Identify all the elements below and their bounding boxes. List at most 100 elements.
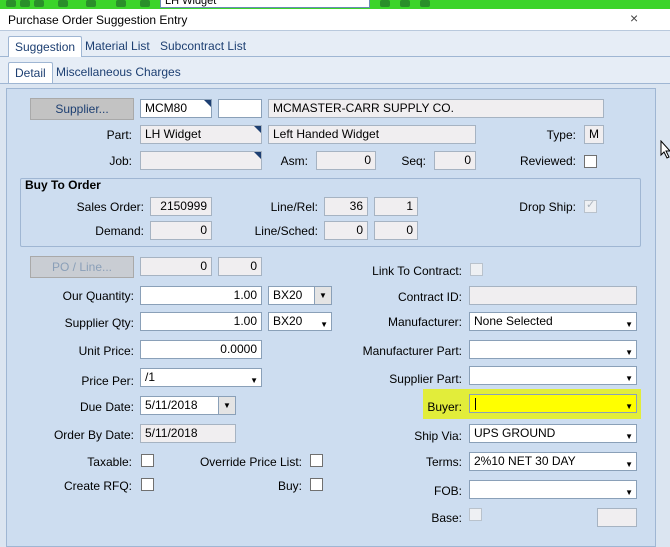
supplier-qty-field[interactable]: 1.00 bbox=[140, 312, 262, 331]
supplier-part-label: Supplier Part: bbox=[389, 372, 462, 386]
tab-subcontract-list[interactable]: Subcontract List bbox=[154, 36, 252, 57]
dropdown-arrow-icon: ▼ bbox=[625, 348, 633, 357]
override-price-list-checkbox[interactable] bbox=[310, 454, 323, 467]
lookup-marker-icon bbox=[254, 126, 261, 133]
manufacturer-label: Manufacturer: bbox=[387, 315, 462, 329]
terms-dropdown[interactable]: 2%10 NET 30 DAY ▼ bbox=[469, 452, 637, 471]
unit-price-field[interactable]: 0.0000 bbox=[140, 340, 262, 359]
dropdown-arrow-icon: ▼ bbox=[625, 402, 633, 411]
seq-label: Seq: bbox=[401, 154, 426, 168]
po-number-field: 0 bbox=[140, 257, 212, 276]
price-per-value: /1 bbox=[145, 370, 156, 384]
dropdown-arrow-icon: ▼ bbox=[625, 374, 633, 383]
toolbar: LH Widget bbox=[0, 0, 670, 9]
supplier-qty-label: Supplier Qty: bbox=[64, 316, 134, 330]
toolbar-icon[interactable] bbox=[34, 0, 44, 7]
tab-miscellaneous-charges[interactable]: Miscellaneous Charges bbox=[50, 62, 187, 83]
text-cursor bbox=[475, 398, 476, 410]
toolbar-icon[interactable] bbox=[380, 0, 390, 7]
part-label: Part: bbox=[106, 128, 132, 142]
our-quantity-uom-value: BX20 bbox=[273, 288, 303, 302]
tab-material-list[interactable]: Material List bbox=[79, 36, 156, 57]
asm-label: Asm: bbox=[280, 154, 308, 168]
link-to-contract-label: Link To Contract: bbox=[372, 264, 462, 278]
supplier-id-field[interactable]: MCM80 bbox=[140, 99, 212, 118]
link-to-contract-checkbox bbox=[470, 263, 483, 276]
line-rel-label: Line/Rel: bbox=[270, 200, 318, 214]
btolinefield: 36 bbox=[324, 197, 368, 216]
toolbar-icon[interactable] bbox=[58, 0, 68, 7]
toolbar-icon[interactable] bbox=[6, 0, 16, 7]
toolbar-icon[interactable] bbox=[86, 0, 96, 7]
taxable-checkbox[interactable] bbox=[141, 454, 154, 467]
sched-field: 0 bbox=[374, 221, 418, 240]
fob-dropdown[interactable]: ▼ bbox=[469, 480, 637, 499]
dropdown-arrow-icon: ▼ bbox=[320, 320, 328, 329]
tab-suggestion[interactable]: Suggestion bbox=[8, 36, 83, 57]
ship-via-dropdown[interactable]: UPS GROUND ▼ bbox=[469, 424, 637, 443]
reviewed-checkbox[interactable] bbox=[584, 155, 597, 168]
part-value: LH Widget bbox=[145, 127, 202, 141]
dropdown-arrow-icon: ▼ bbox=[625, 320, 633, 329]
order-by-date-field: 5/11/2018 bbox=[140, 424, 236, 443]
po-line-button: PO / Line... bbox=[30, 256, 134, 278]
main-tabs: Suggestion Material List Subcontract Lis… bbox=[0, 31, 670, 57]
toolbar-icon[interactable] bbox=[116, 0, 126, 7]
tab-detail[interactable]: Detail bbox=[8, 62, 53, 83]
buyer-dropdown[interactable]: ▼ bbox=[469, 394, 637, 413]
manufacturer-value: None Selected bbox=[474, 314, 553, 328]
supplier-part-dropdown[interactable]: ▼ bbox=[469, 366, 637, 385]
part-description-field: Left Handed Widget bbox=[268, 125, 476, 144]
due-date-label: Due Date: bbox=[79, 400, 134, 414]
mouse-pointer-icon bbox=[660, 140, 670, 159]
toolbar-search-field[interactable]: LH Widget bbox=[160, 0, 370, 8]
buy-to-order-title: Buy To Order bbox=[25, 178, 101, 192]
toolbar-icon[interactable] bbox=[140, 0, 150, 7]
calendar-dropdown-icon: ▼ bbox=[218, 397, 235, 414]
dropdown-arrow-icon: ▼ bbox=[625, 432, 633, 441]
price-per-dropdown[interactable]: /1 ▼ bbox=[140, 368, 262, 387]
buy-checkbox[interactable] bbox=[310, 478, 323, 491]
fob-label: FOB: bbox=[433, 484, 462, 498]
taxable-label: Taxable: bbox=[87, 455, 132, 469]
contract-id-field bbox=[469, 286, 637, 305]
manufacturer-part-dropdown[interactable]: ▼ bbox=[469, 340, 637, 359]
override-price-list-label: Override Price List: bbox=[199, 455, 302, 469]
dropdown-arrow-icon: ▼ bbox=[314, 287, 331, 304]
checkmark-icon: ✓ bbox=[586, 199, 596, 211]
job-field bbox=[140, 151, 262, 170]
demand-label: Demand: bbox=[95, 224, 144, 238]
dropdown-arrow-icon: ▼ bbox=[625, 488, 633, 497]
base-field bbox=[597, 508, 637, 527]
close-icon[interactable]: × bbox=[630, 10, 638, 26]
lookup-marker-icon bbox=[204, 100, 211, 107]
due-date-picker[interactable]: 5/11/2018 ▼ bbox=[140, 396, 236, 415]
line-sched-label: Line/Sched: bbox=[254, 224, 318, 238]
drop-ship-label: Drop Ship: bbox=[519, 200, 576, 214]
supplier-button[interactable]: Supplier... bbox=[30, 98, 134, 120]
job-label: Job: bbox=[109, 154, 132, 168]
dropdown-arrow-icon: ▼ bbox=[625, 460, 633, 469]
supplier-qty-uom-value: BX20 bbox=[273, 314, 303, 328]
dropdown-arrow-icon: ▼ bbox=[250, 376, 258, 385]
supplier-id-value: MCM80 bbox=[145, 101, 188, 115]
supplier-qty-uom-dropdown[interactable]: BX20 ▼ bbox=[268, 312, 332, 331]
toolbar-icon[interactable] bbox=[420, 0, 430, 7]
toolbar-icon[interactable] bbox=[20, 0, 30, 7]
type-field: M bbox=[584, 125, 604, 144]
toolbar-icon[interactable] bbox=[400, 0, 410, 7]
asm-field: 0 bbox=[316, 151, 376, 170]
our-quantity-field[interactable]: 1.00 bbox=[140, 286, 262, 305]
po-line-field: 0 bbox=[218, 257, 262, 276]
type-label: Type: bbox=[546, 128, 576, 142]
terms-label: Terms: bbox=[426, 455, 462, 469]
our-quantity-uom-dropdown[interactable]: BX20 ▼ bbox=[268, 286, 332, 305]
window-title: Purchase Order Suggestion Entry bbox=[8, 13, 188, 27]
create-rfq-checkbox[interactable] bbox=[141, 478, 154, 491]
buy-label: Buy: bbox=[277, 479, 302, 493]
contract-id-label: Contract ID: bbox=[397, 290, 462, 304]
sched-line-field: 0 bbox=[324, 221, 368, 240]
supplier-extra-field[interactable] bbox=[218, 99, 262, 118]
manufacturer-dropdown[interactable]: None Selected ▼ bbox=[469, 312, 637, 331]
unit-price-label: Unit Price: bbox=[78, 344, 134, 358]
